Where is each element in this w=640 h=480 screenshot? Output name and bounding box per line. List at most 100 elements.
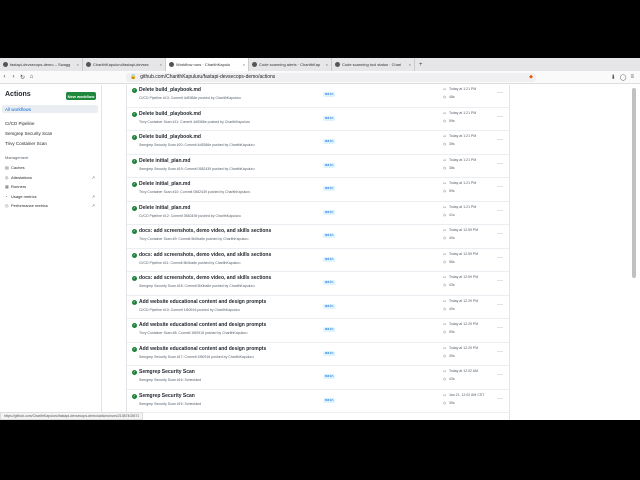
sidebar-item-caches[interactable]: ▤ Caches <box>5 165 95 170</box>
account-icon[interactable]: ◯ <box>620 74 627 81</box>
branch-badge[interactable]: main <box>323 233 336 238</box>
brave-shield-icon[interactable]: ◆ <box>529 74 533 80</box>
workflow-run-row[interactable]: ✓ Add website educational content and des… <box>127 319 509 343</box>
run-title[interactable]: Delete initial_plan.md <box>139 205 190 211</box>
more-options-icon[interactable]: ··· <box>497 184 503 190</box>
run-duration: 35s <box>449 142 455 146</box>
sidebar-item-trivy[interactable]: Trivy Container Scan <box>5 141 47 146</box>
run-title[interactable]: Semgrep Security Scan <box>139 369 195 375</box>
branch-badge[interactable]: main <box>323 139 336 144</box>
run-title[interactable]: Delete initial_plan.md <box>139 158 190 164</box>
clock-icon: ◷ <box>443 95 447 99</box>
more-options-icon[interactable]: ··· <box>497 325 503 331</box>
more-options-icon[interactable]: ··· <box>497 396 503 402</box>
browser-tab[interactable]: Workflow runs · CharithKapulu × <box>166 58 249 71</box>
run-title[interactable]: Delete initial_plan.md <box>139 181 190 187</box>
management-label: Management <box>5 155 29 160</box>
run-title[interactable]: docs: add screenshots, demo video, and s… <box>139 275 271 281</box>
clock-icon: ◷ <box>443 306 447 311</box>
run-title[interactable]: Delete build_playbook.md <box>139 87 201 93</box>
workflow-run-row[interactable]: ✓ Delete build_playbook.md Semgrep Securit… <box>127 131 509 155</box>
browser-tab[interactable]: Code scanning tool status · Chari × <box>332 58 415 71</box>
back-icon[interactable]: ‹ <box>0 74 9 80</box>
menu-icon[interactable]: ≡ <box>630 74 634 81</box>
branch-badge[interactable]: main <box>323 162 336 168</box>
run-title[interactable]: Semgrep Security Scan <box>139 393 195 399</box>
sidebar-item-semgrep[interactable]: Semgrep Security Scan <box>5 131 52 136</box>
new-tab-icon[interactable]: + <box>415 62 427 68</box>
branch-badge[interactable]: main <box>323 115 336 121</box>
sidebar-item-attestations[interactable]: ◎ Attestations ↗ <box>5 175 95 180</box>
sidebar-item-performance-metrics[interactable]: ◷ Performance metrics ↗ <box>5 203 95 208</box>
downloads-icon[interactable]: ⬇ <box>611 74 616 81</box>
run-title[interactable]: Add website educational content and desi… <box>139 346 266 352</box>
run-meta: CI/CD Pipeline #13: Commit 4d5366e pushe… <box>139 96 241 100</box>
branch-badge[interactable]: main <box>323 350 336 356</box>
run-title[interactable]: Delete build_playbook.md <box>139 111 201 117</box>
more-options-icon[interactable]: ··· <box>497 349 503 355</box>
address-bar[interactable]: 🔒 github.com/CharithKapuluru/fastapi-dev… <box>126 72 536 82</box>
run-title[interactable]: Delete build_playbook.md <box>139 134 201 140</box>
workflow-run-row[interactable]: ✓ Semgrep Security Scan Semgrep Security S… <box>127 390 509 413</box>
success-check-icon: ✓ <box>132 111 137 117</box>
branch-badge[interactable]: main <box>323 374 336 379</box>
workflow-run-row[interactable]: ✓ Delete initial_plan.md Trivy Container S… <box>127 178 509 202</box>
branch-badge[interactable]: main <box>323 303 336 309</box>
workflow-run-row[interactable]: ✓ docs: add screenshots, demo video, and … <box>127 272 509 296</box>
more-options-icon[interactable]: ··· <box>497 372 503 378</box>
workflow-run-row[interactable]: ✓ Semgrep Security Scan Semgrep Security S… <box>127 366 509 390</box>
workflow-run-row[interactable]: ✓ Delete initial_plan.md Semgrep Security … <box>127 155 509 178</box>
more-options-icon[interactable]: ··· <box>497 161 503 167</box>
close-icon[interactable]: × <box>160 62 162 67</box>
branch-badge[interactable]: main <box>323 280 336 285</box>
run-timestamp: Today at 1:21 PM <box>449 204 477 209</box>
sidebar-item-runners[interactable]: ▦ Runners <box>5 184 95 189</box>
workflow-run-row[interactable]: ✓ Delete initial_plan.md CI/CD Pipeline #1… <box>127 202 509 225</box>
workflow-run-row[interactable]: ✓ Add website educational content and des… <box>127 296 509 319</box>
home-icon[interactable]: ⌂ <box>27 74 36 80</box>
tab-label: fastapi-devsecops-demo – Swagg <box>10 62 71 67</box>
reload-icon[interactable]: ↻ <box>18 74 27 81</box>
branch-badge[interactable]: main <box>323 92 336 97</box>
close-icon[interactable]: × <box>409 62 411 67</box>
branch-badge[interactable]: main <box>323 397 336 403</box>
run-title[interactable]: Add website educational content and desi… <box>139 322 266 328</box>
run-title[interactable]: docs: add screenshots, demo video, and s… <box>139 228 271 234</box>
branch-badge[interactable]: main <box>323 186 336 191</box>
sidebar-item-usage-metrics[interactable]: ◔ Usage metrics ↗ <box>5 194 95 199</box>
run-duration: 59s <box>449 118 455 123</box>
sidebar-item-all-workflows[interactable]: All workflows <box>2 105 98 113</box>
new-workflow-button[interactable]: New workflow <box>66 92 96 100</box>
page-scrollbar[interactable] <box>632 88 636 278</box>
close-icon[interactable]: × <box>77 62 79 67</box>
more-options-icon[interactable]: ··· <box>497 255 503 261</box>
run-title[interactable]: docs: add screenshots, demo video, and s… <box>139 252 271 258</box>
run-duration: 40s <box>449 306 455 311</box>
branch-badge[interactable]: main <box>323 256 336 262</box>
workflow-run-row[interactable]: ✓ Delete build_playbook.md CI/CD Pipeline … <box>127 84 509 108</box>
more-options-icon[interactable]: ··· <box>497 231 503 237</box>
run-meta: CI/CD Pipeline #11: Commit 5b0ba6e pushe… <box>139 260 241 265</box>
branch-badge[interactable]: main <box>323 327 336 332</box>
more-options-icon[interactable]: ··· <box>497 208 503 214</box>
forward-icon[interactable]: › <box>9 74 18 80</box>
branch-badge[interactable]: main <box>323 209 336 215</box>
sidebar-item-cicd-pipeline[interactable]: CI/CD Pipeline <box>5 121 35 126</box>
workflow-run-row[interactable]: ✓ docs: add screenshots, demo video, and … <box>127 249 509 272</box>
more-options-icon[interactable]: ··· <box>497 278 503 284</box>
more-options-icon[interactable]: ··· <box>497 90 503 96</box>
more-options-icon[interactable]: ··· <box>497 114 503 120</box>
more-options-icon[interactable]: ··· <box>497 137 503 143</box>
workflow-run-row[interactable]: ✓ Delete build_playbook.md Trivy Container… <box>127 108 509 131</box>
success-check-icon: ✓ <box>132 276 137 281</box>
close-icon[interactable]: × <box>243 62 245 67</box>
browser-tab[interactable]: fastapi-devsecops-demo – Swagg × <box>0 58 83 71</box>
workflow-runs-list: ✓ Delete build_playbook.md CI/CD Pipeline … <box>126 85 510 420</box>
browser-tab[interactable]: CharithKapuluru/fastapi-devsec × <box>83 58 166 71</box>
workflow-run-row[interactable]: ✓ Add website educational content and des… <box>127 343 509 366</box>
more-options-icon[interactable]: ··· <box>497 302 503 308</box>
close-icon[interactable]: × <box>326 62 328 67</box>
browser-tab[interactable]: Code scanning alerts · CharithKap × <box>249 58 332 71</box>
workflow-run-row[interactable]: ✓ docs: add screenshots, demo video, and … <box>127 225 509 249</box>
run-title[interactable]: Add website educational content and desi… <box>139 299 266 305</box>
